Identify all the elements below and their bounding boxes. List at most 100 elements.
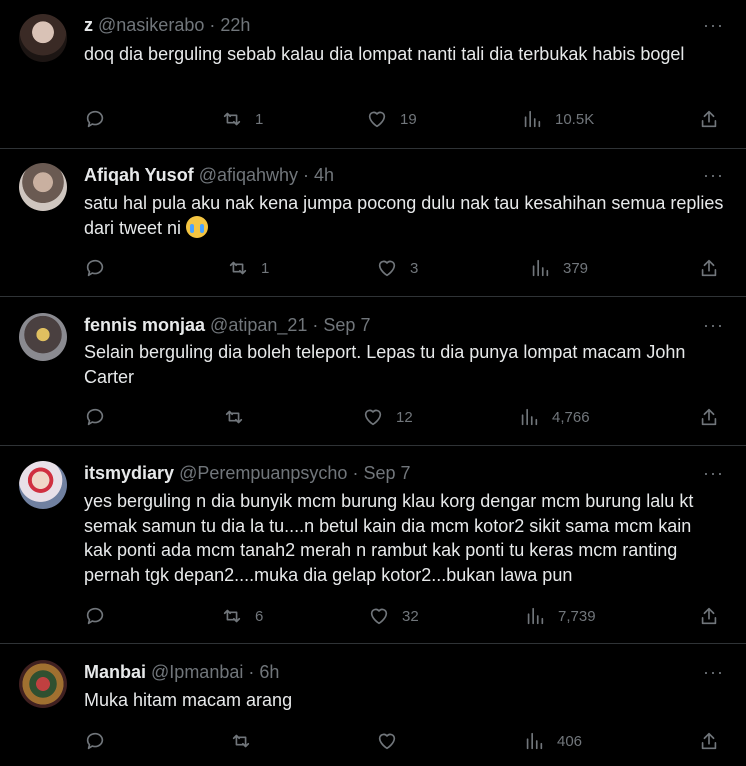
tweet-header: fennis monjaa @atipan_21 · Sep 7	[84, 313, 370, 337]
reply-button[interactable]	[84, 730, 118, 752]
retweet-button[interactable]	[223, 406, 257, 428]
display-name[interactable]: Afiqah Yusof	[84, 165, 194, 185]
share-button[interactable]	[698, 605, 720, 627]
tweet-text: Selain berguling dia boleh teleport. Lep…	[84, 342, 686, 387]
views-button[interactable]: 10.5K	[521, 108, 594, 130]
like-count: 3	[410, 259, 419, 277]
views-button[interactable]: 406	[523, 730, 582, 752]
retweet-icon	[223, 609, 241, 623]
tweet[interactable]: z @nasikerabo · 22h ··· doq dia bergulin…	[0, 0, 746, 149]
reply-feed: z @nasikerabo · 22h ··· doq dia bergulin…	[0, 0, 746, 766]
user-handle[interactable]: @Ipmanbai	[151, 662, 243, 682]
display-name[interactable]: itsmydiary	[84, 463, 174, 483]
reply-button[interactable]	[84, 257, 118, 279]
share-button[interactable]	[698, 730, 720, 752]
tweet-header: itsmydiary @Perempuanpsycho · Sep 7	[84, 461, 411, 485]
reply-icon	[86, 607, 104, 625]
retweet-count: 1	[255, 110, 264, 128]
retweet-button[interactable]	[230, 730, 264, 752]
retweet-button[interactable]: 6	[221, 605, 263, 627]
tweet-text-container: satu hal pula aku nak kena jumpa pocong …	[84, 191, 724, 240]
timestamp[interactable]: · Sep 7	[352, 463, 410, 483]
avatar[interactable]	[19, 14, 67, 62]
analytics-icon	[521, 408, 538, 426]
user-handle[interactable]: @atipan_21	[210, 315, 307, 335]
more-options-icon[interactable]: ···	[703, 15, 724, 35]
tweet[interactable]: Manbai @Ipmanbai · 6h ··· Muka hitam mac…	[0, 644, 746, 766]
like-button[interactable]: 12	[362, 406, 413, 428]
analytics-icon	[524, 110, 541, 128]
retweet-icon	[223, 112, 241, 126]
user-handle[interactable]: @afiqahwhy	[199, 165, 298, 185]
avatar[interactable]	[19, 313, 67, 361]
analytics-icon	[526, 732, 543, 750]
avatar[interactable]	[19, 660, 67, 708]
more-options-icon[interactable]: ···	[703, 463, 724, 483]
retweet-button[interactable]: 1	[221, 108, 263, 130]
retweet-count: 1	[261, 259, 270, 277]
tweet[interactable]: fennis monjaa @atipan_21 · Sep 7 ··· Sel…	[0, 297, 746, 446]
share-button[interactable]	[698, 108, 720, 130]
share-icon	[701, 732, 717, 750]
share-button[interactable]	[698, 406, 720, 428]
share-icon	[701, 259, 717, 277]
tweet-header: Afiqah Yusof @afiqahwhy · 4h	[84, 163, 334, 187]
avatar[interactable]	[19, 461, 67, 509]
share-icon	[701, 110, 717, 128]
heart-icon	[364, 409, 382, 426]
views-button[interactable]: 4,766	[518, 406, 590, 428]
more-options-icon[interactable]: ···	[703, 662, 724, 682]
reply-icon	[86, 732, 104, 750]
reply-icon	[86, 259, 104, 277]
reply-icon	[86, 408, 104, 426]
tweet-header: z @nasikerabo · 22h	[84, 13, 250, 37]
reply-button[interactable]	[84, 108, 118, 130]
view-count: 10.5K	[555, 110, 595, 128]
reply-button[interactable]	[84, 406, 118, 428]
user-handle[interactable]: @nasikerabo	[98, 15, 204, 35]
share-icon	[701, 408, 717, 426]
like-button[interactable]: 3	[376, 257, 418, 279]
reply-button[interactable]	[84, 605, 118, 627]
views-button[interactable]: 379	[529, 257, 588, 279]
like-button[interactable]: 32	[368, 605, 419, 627]
timestamp[interactable]: · Sep 7	[312, 315, 370, 335]
heart-icon	[378, 733, 396, 750]
timestamp[interactable]: · 4h	[303, 165, 334, 185]
timestamp[interactable]: · 22h	[209, 15, 250, 35]
tweet[interactable]: itsmydiary @Perempuanpsycho · Sep 7 ··· …	[0, 446, 746, 644]
reply-icon	[86, 110, 104, 128]
retweet-button[interactable]: 1	[227, 257, 269, 279]
tweet-text: satu hal pula aku nak kena jumpa pocong …	[84, 193, 724, 238]
heart-icon	[378, 260, 396, 277]
like-count: 19	[400, 110, 417, 128]
display-name[interactable]: z	[84, 15, 93, 35]
analytics-icon	[532, 259, 549, 277]
display-name[interactable]: Manbai	[84, 662, 146, 682]
tweet[interactable]: Afiqah Yusof @afiqahwhy · 4h ··· satu ha…	[0, 149, 746, 297]
retweet-icon	[229, 261, 247, 275]
more-options-icon[interactable]: ···	[703, 315, 724, 335]
like-button[interactable]: 19	[366, 108, 417, 130]
view-count: 4,766	[552, 408, 590, 426]
like-button[interactable]	[376, 730, 410, 752]
timestamp[interactable]: · 6h	[248, 662, 279, 682]
avatar[interactable]	[19, 163, 67, 211]
more-options-icon[interactable]: ···	[703, 165, 724, 185]
retweet-count: 6	[255, 607, 264, 625]
display-name[interactable]: fennis monjaa	[84, 315, 205, 335]
like-count: 12	[396, 408, 413, 426]
like-count: 32	[402, 607, 419, 625]
share-button[interactable]	[698, 257, 720, 279]
user-handle[interactable]: @Perempuanpsycho	[179, 463, 347, 483]
view-count: 379	[563, 259, 589, 277]
tweet-text: Muka hitam macam arang	[84, 690, 293, 710]
retweet-icon	[225, 410, 243, 424]
tweet-text: doq dia berguling sebab kalau dia lompat…	[84, 44, 685, 64]
tweet-text: yes berguling n dia bunyik mcm burung kl…	[84, 491, 694, 585]
view-count: 7,739	[558, 607, 596, 625]
tweet-header: Manbai @Ipmanbai · 6h	[84, 660, 279, 684]
retweet-icon	[232, 734, 250, 748]
views-button[interactable]: 7,739	[524, 605, 596, 627]
analytics-icon	[527, 607, 544, 625]
